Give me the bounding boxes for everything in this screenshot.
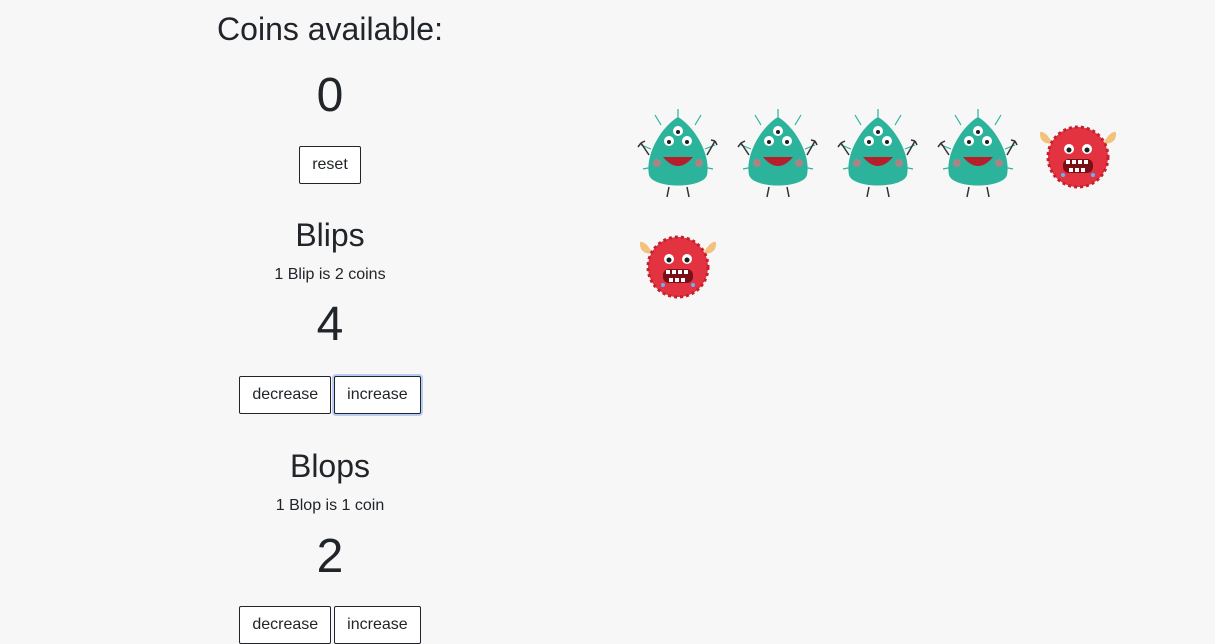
blops-section: Blops: [180, 447, 480, 485]
blop-monster-icon: [639, 235, 717, 299]
left-panel: Coins available: 0 reset Blips 1 Blip is…: [0, 0, 660, 644]
blop-monster-icon: [1039, 125, 1117, 189]
blips-section: Blips: [180, 216, 480, 254]
blip-monster-icon: [637, 109, 718, 198]
blops-increase-button[interactable]: increase: [334, 606, 421, 644]
coins-value-block: 0: [180, 67, 480, 125]
blops-count-block: 2: [180, 528, 480, 586]
blops-controls: decrease increase: [180, 606, 480, 644]
coins-heading: Coins available:: [217, 11, 443, 47]
blip-monster-icon: [737, 109, 818, 198]
blops-heading: Blops: [289, 448, 371, 484]
blips-rate: 1 Blip is 2 coins: [274, 266, 386, 283]
blips-count: 4: [316, 298, 344, 351]
blips-increase-button[interactable]: increase: [334, 376, 421, 414]
blip-monster-icon: [937, 109, 1018, 198]
reset-row: reset: [180, 146, 480, 184]
blops-rate: 1 Blop is 1 coin: [275, 497, 385, 514]
blops-rate-block: 1 Blop is 1 coin: [180, 496, 480, 515]
blip-monster-icon: [837, 109, 918, 198]
blips-heading: Blips: [295, 217, 365, 253]
coins-section: Coins available:: [180, 10, 480, 48]
blips-rate-block: 1 Blip is 2 coins: [180, 265, 480, 284]
blops-decrease-button[interactable]: decrease: [239, 606, 332, 644]
blips-count-block: 4: [180, 296, 480, 354]
coins-value: 0: [316, 69, 344, 122]
reset-button[interactable]: reset: [299, 146, 361, 184]
blips-decrease-button[interactable]: decrease: [239, 376, 332, 414]
blops-count: 2: [316, 530, 344, 583]
blips-controls: decrease increase: [180, 376, 480, 414]
